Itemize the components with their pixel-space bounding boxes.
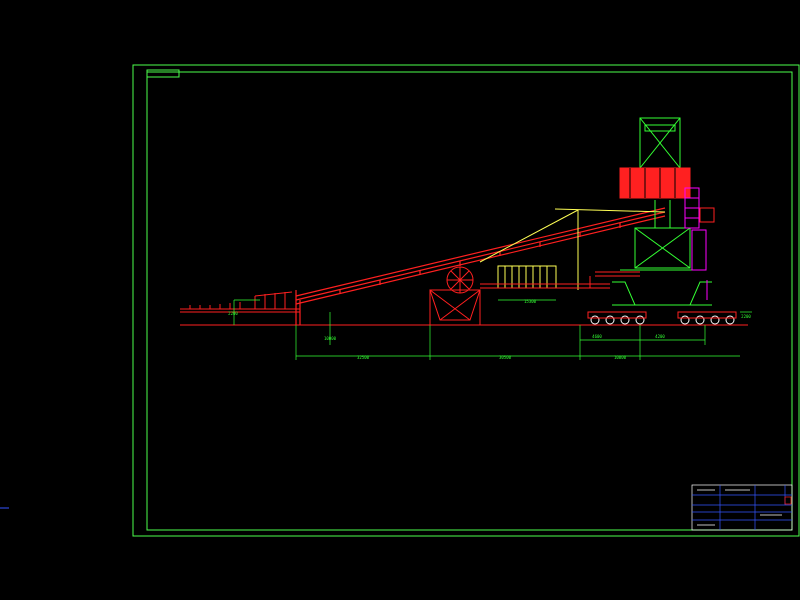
deck-walkway bbox=[480, 271, 640, 289]
dim-label-1: 15300 bbox=[524, 299, 537, 304]
ground-line bbox=[180, 308, 748, 326]
dim-label-8: 10000 bbox=[324, 336, 337, 341]
dim-label-7: 4200 bbox=[655, 334, 665, 339]
inner-frame bbox=[146, 71, 793, 531]
electrical-house bbox=[497, 265, 557, 289]
dim-label-2: 4600 bbox=[592, 334, 602, 339]
cad-drawing-canvas: 15300 4600 2200 32500 30500 10000 4200 1… bbox=[0, 64, 800, 537]
pivot-support bbox=[429, 266, 481, 325]
corner-label-box bbox=[146, 69, 180, 78]
dim-label-4: 32500 bbox=[357, 355, 370, 360]
dim-label-3: 2200 bbox=[228, 311, 238, 316]
dimension-labels: 15300 4600 2200 32500 30500 10000 4200 1… bbox=[228, 299, 751, 360]
bogie-frames bbox=[587, 311, 737, 319]
dimension-lines bbox=[233, 299, 752, 360]
dim-label-9: 2200 bbox=[741, 314, 751, 319]
left-handrail bbox=[189, 291, 293, 309]
travel-bogies bbox=[590, 315, 735, 325]
dim-label-5: 30500 bbox=[499, 355, 512, 360]
title-block bbox=[691, 484, 793, 531]
machinery-house bbox=[619, 167, 691, 199]
dim-label-6: 10000 bbox=[614, 355, 627, 360]
